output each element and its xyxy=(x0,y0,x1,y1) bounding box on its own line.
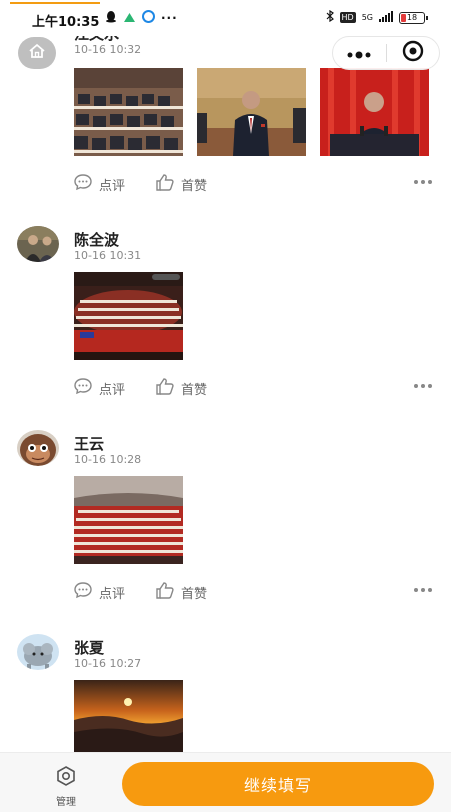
bottom-bar: 管理 继续填写 xyxy=(0,752,451,812)
post-more-button[interactable] xyxy=(414,180,432,184)
hexagon-settings-icon xyxy=(55,765,77,791)
like-button[interactable]: 首赞 xyxy=(155,581,207,603)
post-author-name[interactable]: 陈全波 xyxy=(74,229,119,250)
more-dot xyxy=(414,588,418,592)
avatar[interactable] xyxy=(17,430,59,466)
thumbs-up-icon xyxy=(155,581,175,603)
app-icon-green xyxy=(123,11,136,26)
more-dot xyxy=(428,180,432,184)
comment-icon xyxy=(73,173,93,195)
post-author-name[interactable]: 张夏 xyxy=(74,637,104,658)
more-dot xyxy=(428,384,432,388)
post-timestamp: 10-16 10:28 xyxy=(74,453,142,466)
post-more-button[interactable] xyxy=(414,588,432,592)
like-label: 首赞 xyxy=(181,178,208,194)
battery-level: 18 xyxy=(406,13,418,22)
app-icon-blue xyxy=(142,10,155,26)
continue-filling-button[interactable]: 继续填写 xyxy=(122,762,434,806)
status-bar: 上午10:35 ··· HD 5G 18 xyxy=(0,0,451,36)
comment-icon xyxy=(73,581,93,603)
more-dot xyxy=(421,180,425,184)
more-notifications-icon: ··· xyxy=(161,11,178,25)
like-button[interactable]: 首赞 xyxy=(155,377,207,399)
post-photo[interactable] xyxy=(197,68,306,156)
post-timestamp: 10-16 10:32 xyxy=(74,43,142,56)
comment-icon xyxy=(73,377,93,399)
manage-button[interactable]: 管理 xyxy=(44,765,88,808)
post-timestamp: 10-16 10:31 xyxy=(74,249,142,262)
home-icon xyxy=(28,43,46,63)
signal-icon xyxy=(379,10,393,25)
more-dot xyxy=(421,384,425,388)
comment-label: 点评 xyxy=(99,178,126,194)
post-actions: 点评 首赞 xyxy=(73,173,207,195)
home-button[interactable] xyxy=(18,37,56,69)
comment-label: 点评 xyxy=(99,382,126,398)
like-label: 首赞 xyxy=(181,382,208,398)
post-timestamp: 10-16 10:27 xyxy=(74,657,142,670)
battery-icon: 18 xyxy=(399,11,428,24)
comment-button[interactable]: 点评 xyxy=(73,173,125,195)
more-dot xyxy=(414,180,418,184)
load-progress-bar xyxy=(10,2,100,4)
like-button[interactable]: 首赞 xyxy=(155,173,207,195)
capsule-menu-button[interactable] xyxy=(333,37,386,69)
post-photo[interactable] xyxy=(74,476,183,564)
post-photo[interactable] xyxy=(74,272,183,360)
status-indicators: HD 5G 18 xyxy=(326,9,428,25)
miniprogram-capsule xyxy=(332,36,440,70)
qq-icon xyxy=(105,10,117,26)
thumbs-up-icon xyxy=(155,377,175,399)
bluetooth-icon xyxy=(326,9,334,25)
like-label: 首赞 xyxy=(181,586,208,602)
comment-button[interactable]: 点评 xyxy=(73,581,125,603)
hd-badge: HD xyxy=(339,12,356,23)
post-author-name[interactable]: 王云 xyxy=(74,433,104,454)
status-app-icons: ··· xyxy=(105,10,178,26)
more-dot xyxy=(421,588,425,592)
post-photo[interactable] xyxy=(74,68,183,156)
post-photo[interactable] xyxy=(320,68,429,156)
manage-label: 管理 xyxy=(56,797,76,808)
thumbs-up-icon xyxy=(155,173,175,195)
post-actions: 点评 首赞 xyxy=(73,581,207,603)
status-time: 上午10:35 xyxy=(32,15,100,30)
more-dot xyxy=(428,588,432,592)
target-close-icon xyxy=(402,40,424,66)
post-actions: 点评 首赞 xyxy=(73,377,207,399)
more-dots-icon xyxy=(347,44,371,63)
comment-button[interactable]: 点评 xyxy=(73,377,125,399)
avatar[interactable] xyxy=(17,634,59,670)
network-label: 5G xyxy=(361,13,373,22)
more-dot xyxy=(414,384,418,388)
post-more-button[interactable] xyxy=(414,384,432,388)
capsule-close-button[interactable] xyxy=(387,37,440,69)
comment-label: 点评 xyxy=(99,586,126,602)
avatar[interactable] xyxy=(17,226,59,262)
